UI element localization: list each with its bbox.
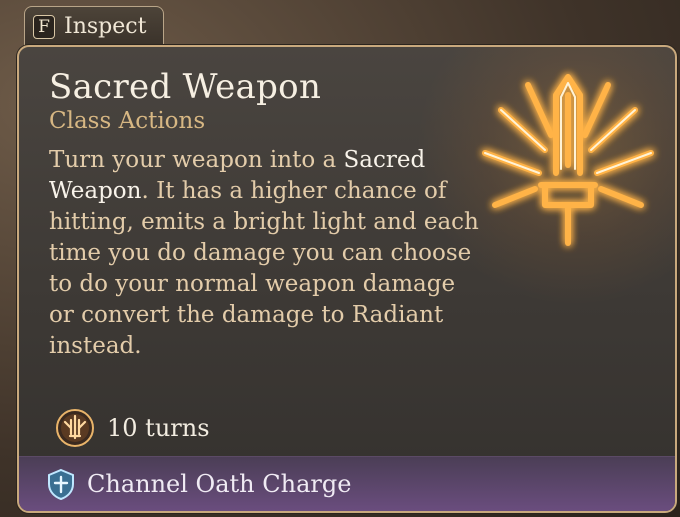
channel-oath-icon (48, 468, 74, 500)
cost-footer: Channel Oath Charge (19, 456, 675, 511)
description-text-2: . It has a higher chance of hitting, emi… (49, 178, 479, 359)
inspect-label: Inspect (64, 14, 147, 39)
cost-label: Channel Oath Charge (87, 470, 352, 498)
description-text-1: Turn your weapon into a (49, 147, 344, 173)
inspect-tab[interactable]: F Inspect (24, 6, 164, 46)
inspect-key-badge: F (33, 14, 55, 39)
spell-description: Turn your weapon into a Sacred Weapon. I… (49, 145, 479, 362)
spell-category: Class Actions (49, 108, 206, 134)
spell-tooltip: Sacred Weapon Class Actions Turn your we… (17, 45, 677, 513)
duration-turns-icon (56, 409, 94, 447)
game-scene: F Inspect Sacred Weapon Class Actions Tu… (0, 0, 680, 517)
duration-text: 10 turns (107, 414, 210, 442)
duration-row: 10 turns (55, 407, 210, 449)
spell-title: Sacred Weapon (49, 67, 322, 107)
sacred-weapon-sigil-icon (482, 74, 654, 246)
